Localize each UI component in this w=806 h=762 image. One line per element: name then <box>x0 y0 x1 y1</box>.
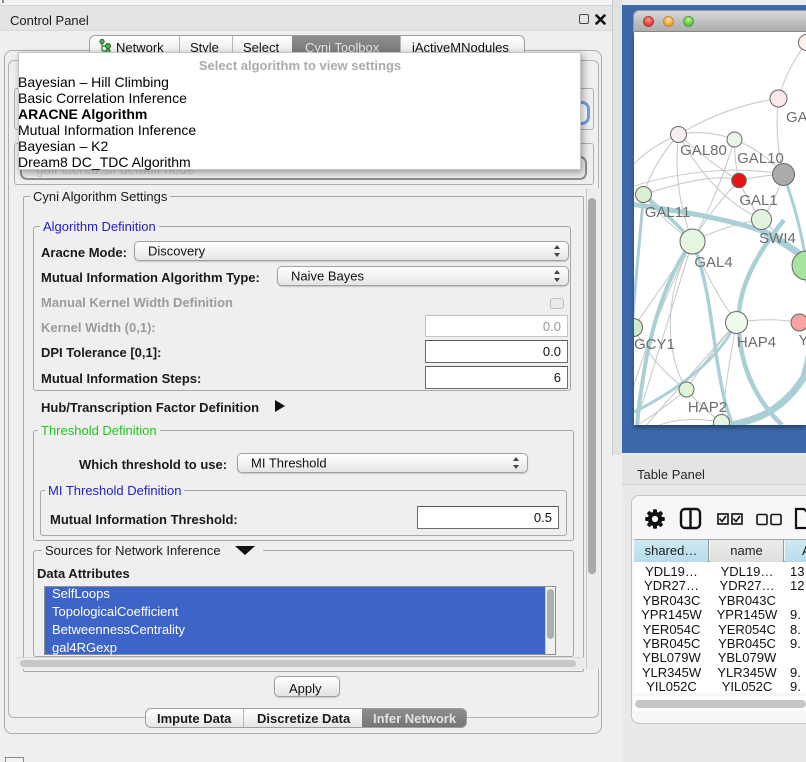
svg-text:GAL10: GAL10 <box>737 150 784 167</box>
svg-text:GAL1: GAL1 <box>739 192 777 209</box>
svg-text:GCY1: GCY1 <box>634 336 675 353</box>
svg-text:GAL4: GAL4 <box>694 254 732 271</box>
svg-text:GAL11: GAL11 <box>644 204 690 221</box>
svg-text:GAL: GAL <box>786 109 806 126</box>
svg-text:HAP4: HAP4 <box>736 334 775 351</box>
svg-text:Y: Y <box>798 332 806 349</box>
svg-text:HAP2: HAP2 <box>687 399 726 416</box>
svg-text:GAL80: GAL80 <box>680 142 727 159</box>
svg-text:SWI4: SWI4 <box>759 230 796 247</box>
